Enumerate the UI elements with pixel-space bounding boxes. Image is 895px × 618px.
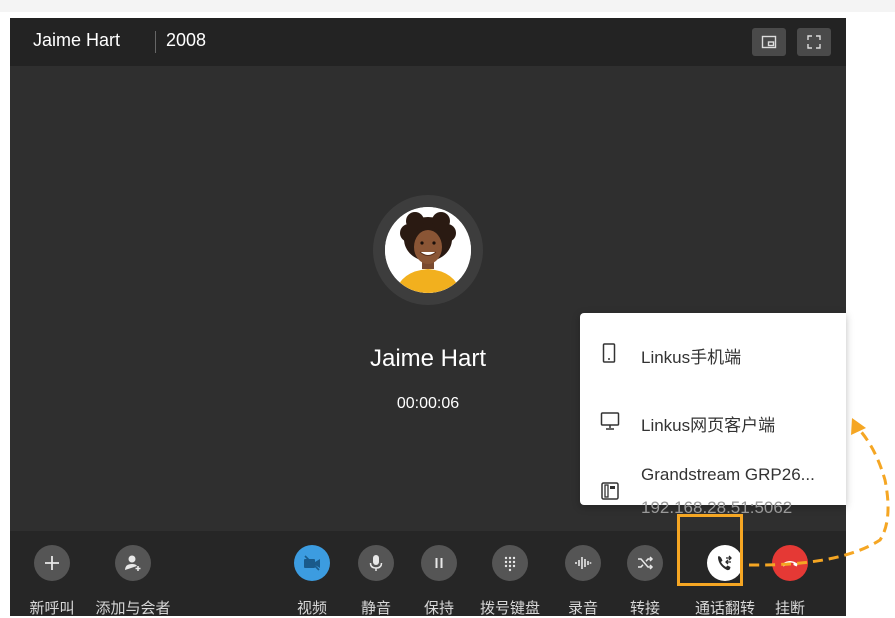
callout-arrow	[748, 418, 890, 567]
